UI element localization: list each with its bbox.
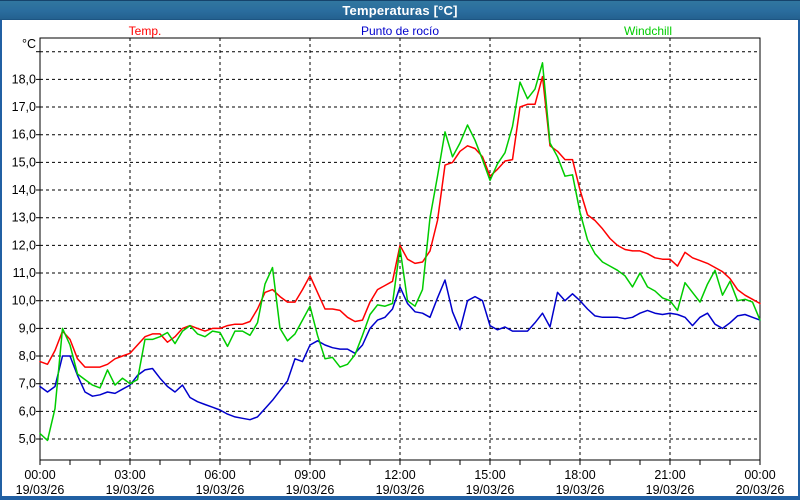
svg-text:11,0: 11,0 [13,266,36,280]
svg-text:8,0: 8,0 [19,349,36,363]
svg-text:9,0: 9,0 [19,321,36,335]
legend-item-temp: Temp. [129,24,162,38]
svg-text:06:00: 06:00 [204,468,235,482]
svg-text:19/03/26: 19/03/26 [196,483,245,497]
x-axis-labels: 00:0019/03/2603:0019/03/2606:0019/03/260… [16,468,785,497]
svg-text:20/03/26: 20/03/26 [736,483,785,497]
svg-text:18,0: 18,0 [12,72,36,86]
chart-svg: °C 18,0 17,0 16,0 15,0 14,0 13,0 12,0 11,0 10,0 9,… [0,0,800,500]
svg-text:13,0: 13,0 [12,211,36,225]
svg-text:6,0: 6,0 [19,404,36,418]
svg-text:12:00: 12:00 [384,468,415,482]
svg-text:5,0: 5,0 [19,432,36,446]
series-line-temp [40,77,760,368]
svg-text:16,0: 16,0 [12,128,36,142]
legend-item-dew-point: Punto de rocío [361,24,439,38]
svg-text:19/03/26: 19/03/26 [376,483,425,497]
svg-text:19/03/26: 19/03/26 [466,483,515,497]
svg-text:19/03/26: 19/03/26 [646,483,695,497]
svg-text:7,0: 7,0 [19,377,36,391]
chart-legend: Temp. Punto de rocío Windchill [0,24,800,38]
svg-text:15,0: 15,0 [12,155,36,169]
svg-text:10,0: 10,0 [12,294,36,308]
svg-text:17,0: 17,0 [12,100,36,114]
svg-text:19/03/26: 19/03/26 [16,483,65,497]
svg-text:19/03/26: 19/03/26 [106,483,155,497]
svg-text:00:00: 00:00 [24,468,55,482]
svg-text:15:00: 15:00 [474,468,505,482]
svg-text:09:00: 09:00 [294,468,325,482]
y-axis-labels: °C 18,0 17,0 16,0 15,0 14,0 13,0 12,0 11,0 10,0 9,… [12,37,36,446]
svg-text:03:00: 03:00 [114,468,145,482]
svg-text:21:00: 21:00 [654,468,685,482]
svg-text:19/03/26: 19/03/26 [286,483,335,497]
legend-item-windchill: Windchill [624,24,672,38]
svg-text:14,0: 14,0 [12,183,36,197]
svg-text:12,0: 12,0 [12,238,36,252]
svg-text:18:00: 18:00 [564,468,595,482]
svg-text:19/03/26: 19/03/26 [556,483,605,497]
svg-text:°C: °C [22,37,36,51]
weather-chart-window: Temperaturas [°C] Temp. Punto de rocío W… [0,0,800,500]
svg-text:00:00: 00:00 [744,468,775,482]
